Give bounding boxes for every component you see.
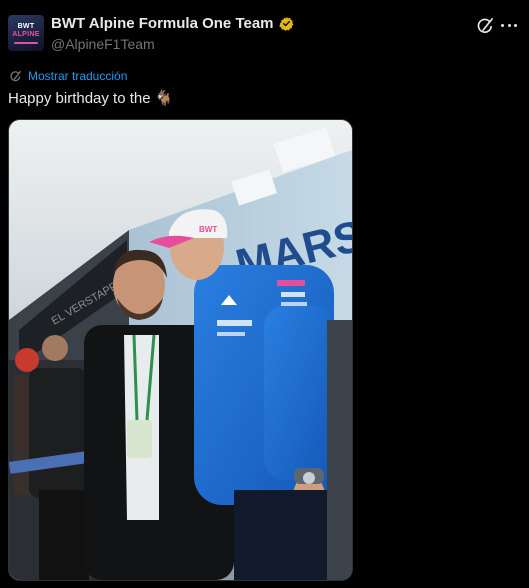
show-translation-link[interactable]: Mostrar traducción <box>28 69 127 83</box>
tweet-text: Happy birthday to the 🐐 <box>8 89 173 107</box>
tweet-text-body: Happy birthday to the <box>8 90 151 107</box>
avatar-logo-stripe <box>14 41 38 44</box>
goat-emoji: 🐐 <box>154 90 174 107</box>
avatar-logo-bwt: BWT <box>17 22 35 30</box>
cap-text: BWT <box>199 225 217 234</box>
photo-illustration: EL VERSTAPPEN MARS BWT <box>9 120 352 580</box>
author-avatar[interactable]: BWT ALPINE <box>8 15 44 51</box>
avatar-logo-alpine: ALPINE <box>12 30 40 38</box>
author-name-row: BWT Alpine Formula One Team <box>51 15 294 32</box>
more-icon[interactable] <box>501 16 517 34</box>
verified-badge-icon <box>278 16 293 31</box>
author-handle[interactable]: @AlpineF1Team <box>51 36 155 52</box>
more-dot <box>514 23 517 27</box>
translate-icon <box>10 70 22 81</box>
tweet-media-photo[interactable]: EL VERSTAPPEN MARS BWT <box>8 119 353 581</box>
more-dot <box>501 23 504 27</box>
grok-icon[interactable] <box>476 17 494 35</box>
more-dot <box>507 23 511 27</box>
author-display-name[interactable]: BWT Alpine Formula One Team <box>51 15 274 32</box>
translate-row[interactable]: Mostrar traducción <box>9 69 127 83</box>
